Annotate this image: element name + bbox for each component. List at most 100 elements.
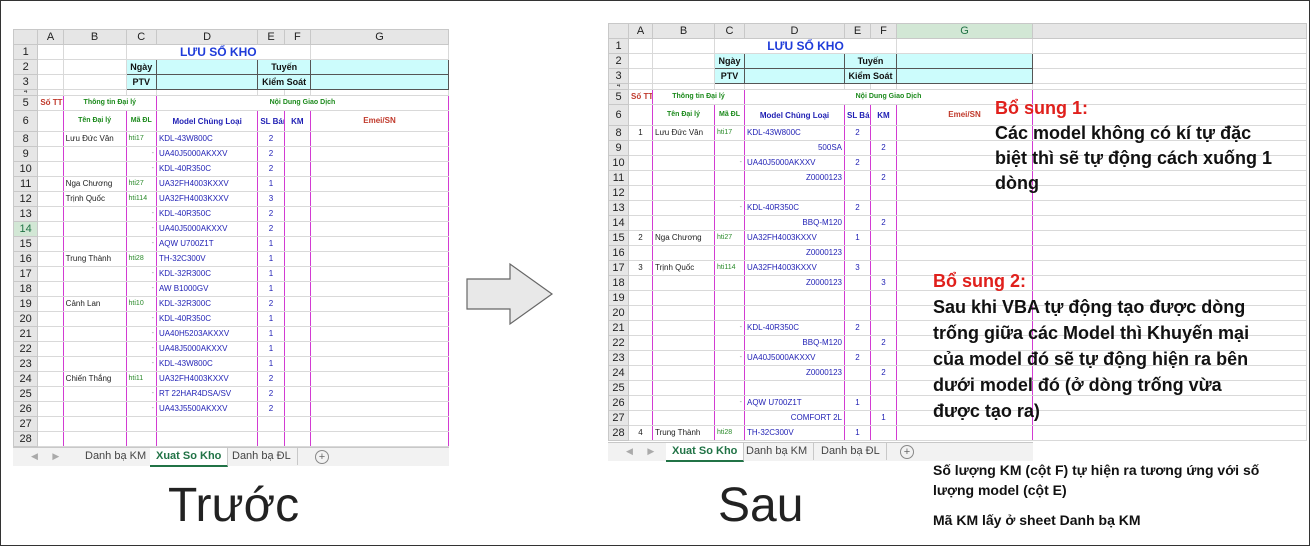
header-thong-tin-dai-ly[interactable]: Thông tin Đại lý <box>62 95 157 111</box>
dealer-name[interactable] <box>62 221 127 237</box>
km-qty[interactable]: 1 <box>870 410 897 426</box>
dealer-code[interactable]: hti114 <box>125 191 157 207</box>
label-kiem-soat[interactable]: Kiểm Soát <box>257 74 312 90</box>
promo-code[interactable]: BBQ-M120 <box>744 215 845 231</box>
column-header-e[interactable]: E <box>257 29 285 45</box>
km-qty[interactable] <box>870 290 897 306</box>
km-qty[interactable] <box>283 251 312 267</box>
tab-danh-ba-km[interactable]: Danh bạ KM <box>740 443 815 460</box>
header-ma-dl[interactable]: Mã ĐL <box>125 110 157 132</box>
row-header-27[interactable]: 27 <box>608 410 629 426</box>
cell[interactable] <box>62 59 127 75</box>
model-name[interactable]: KDL-43W800C <box>155 131 259 147</box>
tab-danh-ba-dl[interactable]: Danh bạ ĐL <box>226 448 298 465</box>
row-header-6[interactable]: 6 <box>608 104 629 126</box>
model-name[interactable]: UA32FH4003KXXV <box>744 260 845 276</box>
cell[interactable] <box>628 53 653 69</box>
emei-sn[interactable] <box>310 146 449 162</box>
cell[interactable] <box>1032 425 1307 441</box>
cell[interactable] <box>37 59 64 75</box>
row-stt[interactable] <box>628 200 653 216</box>
row-stt[interactable] <box>37 296 64 312</box>
cell[interactable] <box>652 68 715 84</box>
sl-ban[interactable]: 1 <box>844 395 871 411</box>
emei-sn[interactable] <box>310 236 449 252</box>
dealer-code[interactable] <box>714 365 745 381</box>
header-sl-ban[interactable]: SL Bán <box>257 110 285 132</box>
sl-ban[interactable] <box>844 290 871 306</box>
dealer-code[interactable] <box>125 431 157 447</box>
dealer-code[interactable]: hti27 <box>125 176 157 192</box>
tab-nav-arrows[interactable]: ◀ ▶ <box>31 448 65 465</box>
row-header-21[interactable]: 21 <box>12 326 39 342</box>
row-stt[interactable] <box>37 431 64 447</box>
dealer-name[interactable] <box>62 326 127 342</box>
row-header-6[interactable]: 6 <box>12 110 39 132</box>
model-name[interactable]: UA40J5000AKXXV <box>155 221 259 237</box>
emei-sn[interactable] <box>310 356 449 372</box>
dealer-name[interactable] <box>62 281 127 297</box>
model-name[interactable]: UA40J5000AKXXV <box>155 146 259 162</box>
row-stt[interactable] <box>37 266 64 282</box>
cell[interactable] <box>628 68 653 84</box>
emei-sn[interactable] <box>896 245 1033 261</box>
row-header-16[interactable]: 16 <box>608 245 629 261</box>
dealer-name[interactable]: Nga Chương <box>652 230 715 246</box>
dealer-code[interactable]: - <box>125 236 157 252</box>
dealer-name[interactable] <box>62 401 127 417</box>
dealer-code[interactable]: hti11 <box>125 371 157 387</box>
dealer-name[interactable] <box>62 341 127 357</box>
emei-sn[interactable] <box>310 386 449 402</box>
km-qty[interactable] <box>870 305 897 321</box>
promo-code[interactable]: 500SA <box>744 140 845 156</box>
row-stt[interactable] <box>37 356 64 372</box>
sl-ban[interactable] <box>844 275 871 291</box>
dealer-code[interactable]: - <box>125 326 157 342</box>
sl-ban[interactable] <box>844 365 871 381</box>
km-qty[interactable] <box>283 386 312 402</box>
dealer-code[interactable]: - <box>125 341 157 357</box>
km-qty[interactable] <box>870 260 897 276</box>
model-name[interactable]: UA40J5000AKXXV <box>744 155 845 171</box>
sl-ban[interactable] <box>844 170 871 186</box>
row-header-2[interactable]: 2 <box>608 53 629 69</box>
field-kiem-soat[interactable] <box>896 68 1033 84</box>
sl-ban[interactable]: 2 <box>844 200 871 216</box>
row-header-13[interactable]: 13 <box>12 206 39 222</box>
dealer-name[interactable] <box>652 200 715 216</box>
sl-ban[interactable]: 3 <box>844 260 871 276</box>
emei-sn[interactable] <box>310 206 449 222</box>
row-stt[interactable] <box>37 191 64 207</box>
dealer-name[interactable] <box>652 395 715 411</box>
field-tuyen[interactable] <box>896 53 1033 69</box>
dealer-code[interactable]: - <box>125 146 157 162</box>
row-header-15[interactable]: 15 <box>12 236 39 252</box>
row-stt[interactable] <box>628 155 653 171</box>
model-name[interactable]: UA32FH4003KXXV <box>155 371 259 387</box>
column-header-c[interactable]: C <box>125 29 157 45</box>
row-header-8[interactable]: 8 <box>12 131 39 147</box>
dealer-name[interactable] <box>652 350 715 366</box>
dealer-code[interactable]: - <box>714 155 745 171</box>
km-qty[interactable] <box>870 230 897 246</box>
row-stt[interactable] <box>628 365 653 381</box>
dealer-name[interactable]: Trịnh Quốc <box>652 260 715 276</box>
field-kiem-soat[interactable] <box>310 74 449 90</box>
dealer-name[interactable] <box>652 215 715 231</box>
km-qty[interactable] <box>283 221 312 237</box>
field-ptv[interactable] <box>744 68 845 84</box>
cell[interactable] <box>628 104 653 126</box>
emei-sn[interactable] <box>310 221 449 237</box>
sheet-title[interactable]: LƯU SỔ KHO <box>125 44 312 60</box>
row-header-21[interactable]: 21 <box>608 320 629 336</box>
km-qty[interactable] <box>283 131 312 147</box>
emei-sn[interactable] <box>896 230 1033 246</box>
km-qty[interactable]: 2 <box>870 335 897 351</box>
row-header-12[interactable]: 12 <box>608 185 629 201</box>
km-qty[interactable] <box>283 236 312 252</box>
row-header-12[interactable]: 12 <box>12 191 39 207</box>
km-qty[interactable] <box>283 266 312 282</box>
dealer-code[interactable]: hti17 <box>125 131 157 147</box>
header-km[interactable]: KM <box>283 110 312 132</box>
emei-sn[interactable] <box>310 326 449 342</box>
